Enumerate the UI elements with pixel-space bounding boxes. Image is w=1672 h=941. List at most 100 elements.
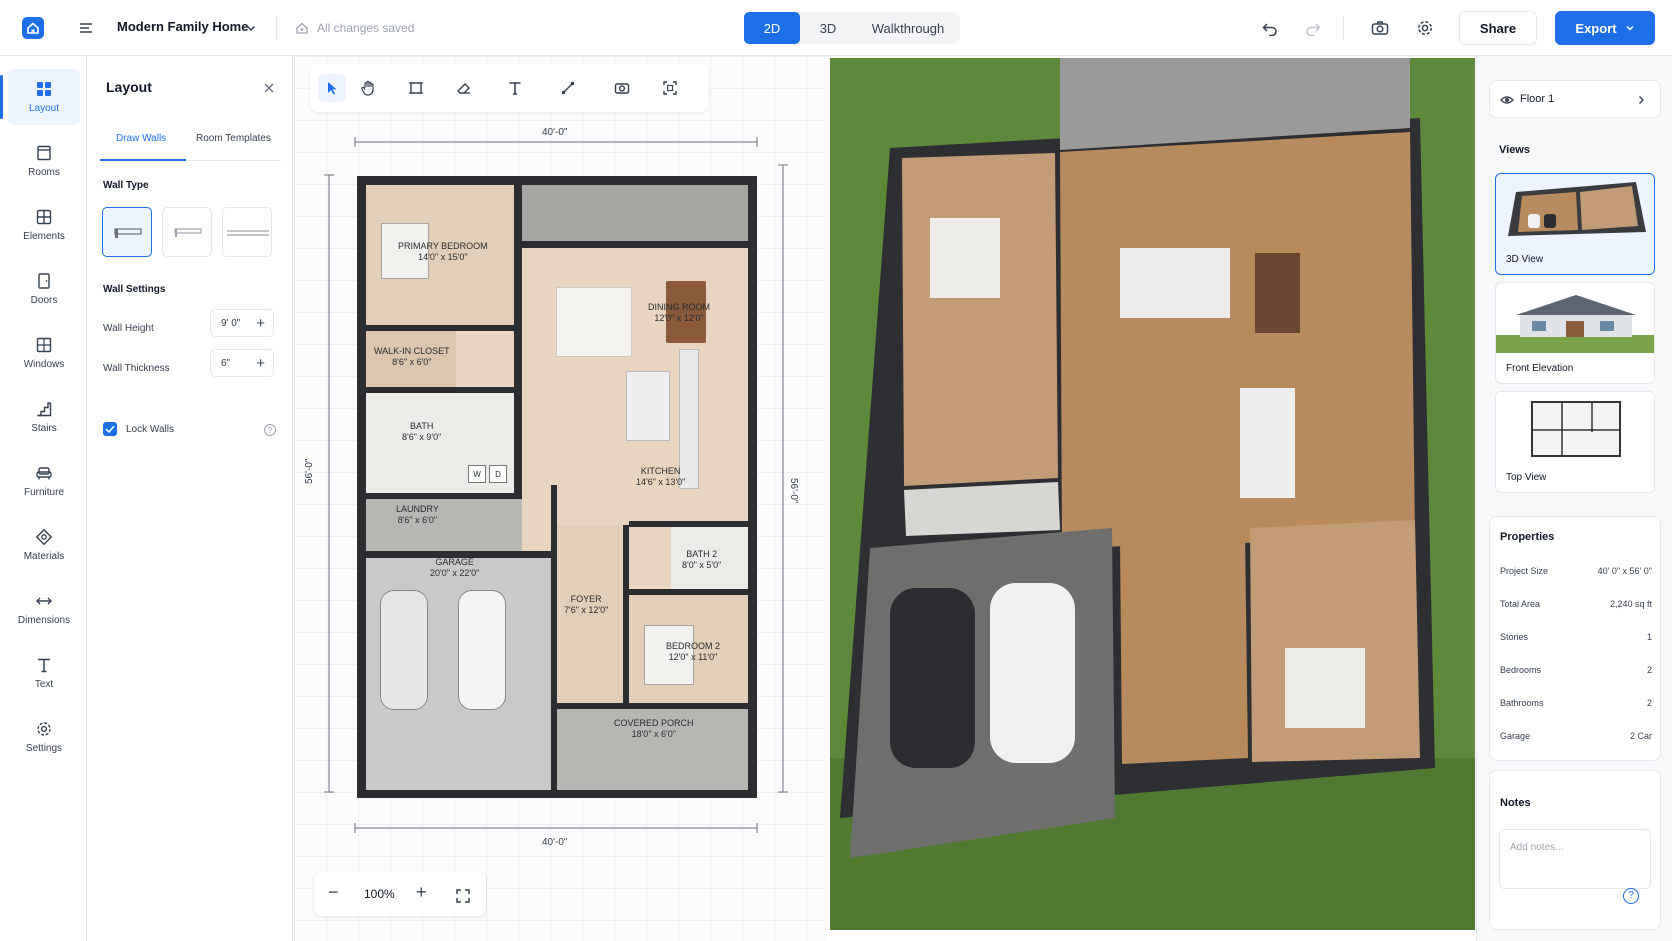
wall-height-label: Wall Height — [103, 323, 154, 334]
room-label: BATH 2 8'0" x 5'0" — [682, 549, 722, 570]
wall-type-option-3[interactable] — [222, 207, 272, 257]
wall-height-value: 9' 0" — [221, 318, 241, 329]
room-foyer[interactable] — [557, 525, 623, 709]
rail-item-rooms[interactable]: Rooms — [8, 133, 80, 189]
rail-item-windows[interactable]: Windows — [8, 325, 80, 381]
export-button[interactable]: Export — [1555, 11, 1655, 45]
tool-rail: Layout Rooms Elements Doors Windows Stai… — [0, 56, 87, 941]
wall-thickness-label: Wall Thickness — [103, 363, 170, 374]
notes-heading: Notes — [1500, 797, 1531, 809]
dimension-right-label: 56'-0" — [788, 478, 799, 504]
rail-item-materials[interactable]: Materials — [8, 517, 80, 573]
rail-item-dimensions[interactable]: Dimensions — [8, 581, 80, 637]
project-name[interactable]: Modern Family Home — [117, 19, 248, 34]
rail-item-stairs[interactable]: Stairs — [8, 389, 80, 445]
room-icon — [37, 145, 51, 161]
rail-label: Dimensions — [17, 615, 71, 626]
room-laundry[interactable] — [366, 499, 522, 551]
room-label: LAUNDRY 8'6" x 6'0" — [396, 504, 439, 525]
tab-draw-walls[interactable]: Draw Walls — [116, 133, 166, 144]
dimension-top-label: 40'-0" — [542, 127, 568, 138]
view-card-front-elevation[interactable]: Front Elevation — [1495, 282, 1655, 384]
notes-placeholder: Add notes... — [1510, 842, 1564, 853]
view-card-3d[interactable]: 3D View — [1495, 173, 1655, 275]
mode-walkthrough-button[interactable]: Walkthrough — [856, 12, 960, 44]
wall-type-option-2[interactable] — [162, 207, 212, 257]
help-icon[interactable]: ? — [264, 424, 276, 436]
views-heading: Views — [1499, 144, 1530, 156]
rail-item-doors[interactable]: Doors — [8, 261, 80, 317]
share-button[interactable]: Share — [1459, 11, 1537, 45]
rail-item-settings[interactable]: Settings — [8, 709, 80, 765]
wall-type-option-1[interactable] — [102, 207, 152, 257]
view-caption: 3D View — [1506, 254, 1544, 265]
room-tool-icon[interactable] — [402, 74, 430, 102]
3d-render-view[interactable] — [830, 58, 1475, 930]
lock-walls-checkbox[interactable] — [103, 422, 117, 436]
room-label: DINING ROOM 12'0" x 12'0" — [648, 302, 710, 323]
divider — [1343, 16, 1344, 40]
close-icon[interactable] — [263, 81, 275, 99]
menu-icon[interactable] — [74, 16, 98, 40]
tab-room-templates[interactable]: Room Templates — [196, 133, 271, 144]
properties-heading: Properties — [1500, 531, 1555, 543]
room-patio[interactable] — [522, 185, 748, 241]
help-icon[interactable]: ? — [1623, 888, 1639, 904]
properties-card: Properties Project Size 40' 0" x 56' 0" T… — [1489, 516, 1661, 761]
wall — [522, 241, 748, 248]
car-icon — [380, 590, 428, 710]
mode-3d-button[interactable]: 3D — [800, 12, 856, 44]
pan-hand-icon[interactable] — [354, 74, 382, 102]
home-logo-icon[interactable] — [22, 17, 44, 39]
room-label: PRIMARY BEDROOM 14'0" x 15'0" — [398, 241, 488, 262]
wall-thickness-field[interactable]: 6" + — [210, 349, 274, 377]
wall — [514, 185, 522, 499]
mode-2d-button[interactable]: 2D — [744, 12, 800, 44]
wall-settings-heading: Wall Settings — [103, 284, 166, 295]
rail-item-text[interactable]: Text — [8, 645, 80, 701]
undo-icon[interactable] — [1258, 16, 1282, 40]
zoom-in-icon[interactable]: + — [416, 882, 427, 903]
save-status: All changes saved — [317, 21, 415, 35]
wall-height-field[interactable]: 9' 0" + — [210, 309, 274, 337]
chevron-down-icon[interactable] — [245, 21, 257, 39]
chevron-right-icon — [1639, 96, 1644, 104]
camera-icon[interactable] — [608, 74, 636, 102]
rail-label: Windows — [23, 359, 65, 370]
plus-icon[interactable]: + — [256, 315, 265, 332]
zoom-out-icon[interactable]: − — [328, 882, 339, 903]
room-label: BEDROOM 2 12'0" x 11'0" — [666, 641, 721, 662]
select-tool-icon[interactable] — [318, 74, 346, 102]
rail-label: Elements — [23, 231, 65, 242]
capture-frame-icon[interactable] — [656, 74, 684, 102]
view-card-top-view[interactable]: Top View — [1495, 391, 1655, 493]
redo-icon[interactable] — [1301, 16, 1325, 40]
text-tool-icon[interactable] — [501, 74, 529, 102]
eraser-icon[interactable] — [450, 74, 478, 102]
rail-item-furniture[interactable]: Furniture — [8, 453, 80, 509]
drawing-toolbar — [310, 64, 708, 112]
layout-panel: Layout Draw Walls Room Templates Wall Ty… — [88, 56, 293, 941]
notes-card: Notes Add notes... — [1489, 770, 1661, 930]
fullscreen-icon[interactable] — [455, 888, 471, 909]
rail-item-elements[interactable]: Elements — [8, 197, 80, 253]
top-bar: Modern Family Home All changes saved 2D … — [0, 0, 1672, 56]
wall-type-heading: Wall Type — [103, 180, 149, 191]
lock-walls-label: Lock Walls — [126, 424, 174, 435]
floor-label: Floor 1 — [1520, 93, 1555, 105]
floor-selector[interactable]: Floor 1 — [1489, 80, 1661, 118]
3d-view-thumbnail — [1508, 182, 1646, 236]
export-label: Export — [1575, 20, 1617, 36]
eye-icon — [1500, 96, 1514, 104]
panel-title: Layout — [106, 79, 152, 95]
room-label: FOYER 7'6" x 12'0" — [564, 594, 609, 615]
notes-input[interactable]: Add notes... — [1499, 829, 1651, 889]
camera-icon[interactable] — [1368, 16, 1392, 40]
measure-tool-icon[interactable] — [554, 74, 582, 102]
dryer-icon: D — [489, 465, 507, 483]
rail-item-layout[interactable]: Layout — [0, 69, 80, 125]
floor-plan[interactable]: W D PRIMARY BEDROOM 14'0" x 15'0" DINING … — [357, 176, 757, 798]
gear-icon[interactable] — [1413, 16, 1437, 40]
cloud-saved-icon — [290, 16, 314, 40]
plus-icon[interactable]: + — [256, 355, 265, 372]
